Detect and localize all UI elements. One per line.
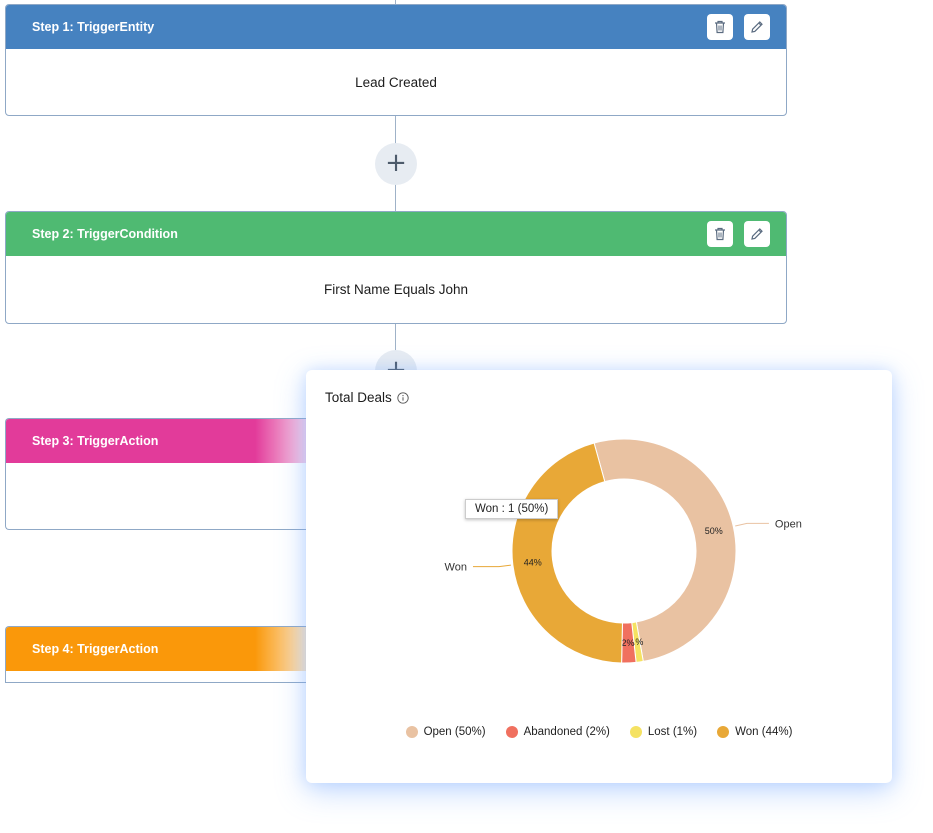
legend-item-won[interactable]: Won (44%) [717,726,792,738]
legend-swatch [717,726,730,738]
pencil-icon [751,21,763,33]
step-title: Step 2: TriggerCondition [32,227,178,241]
delete-step-button[interactable] [707,14,733,40]
donut-data-label: 44% [524,557,542,567]
legend-label: Lost (1%) [647,726,698,738]
trash-icon [715,20,725,34]
step-header-4: Step 4: TriggerAction [6,627,315,671]
workflow-canvas: Step 1: TriggerEntity Lead Created + Ste… [0,0,933,833]
step-card-2[interactable]: Step 2: TriggerCondition First Name Equa… [5,211,787,324]
step-summary: Lead Created [355,74,437,90]
total-deals-card: Total Deals 50% Open 1% 2% 44% Won Won : 1 (5… [306,370,892,783]
step-body-3 [6,463,315,529]
step-header-1: Step 1: TriggerEntity [6,5,786,49]
legend-swatch [505,726,518,738]
legend-item-open[interactable]: Open (50%) [405,726,486,738]
edit-step-button[interactable] [744,221,770,247]
legend-label: Abandoned (2%) [523,726,610,738]
step-header-3: Step 3: TriggerAction [6,419,315,463]
edit-step-button[interactable] [744,14,770,40]
chart-legend: Open (50%) Abandoned (2%) Lost (1%) Won … [306,726,892,738]
step-body-2: First Name Equals John [6,256,786,323]
step-card-3[interactable]: Step 3: TriggerAction [5,418,315,530]
step-body-1: Lead Created [6,49,786,115]
step-title: Step 4: TriggerAction [32,642,159,656]
leader-label: Open [775,518,802,530]
step-card-1[interactable]: Step 1: TriggerEntity Lead Created [5,4,787,116]
legend-swatch [405,726,418,738]
step-header-2: Step 2: TriggerCondition [6,212,786,256]
chart-tooltip: Won : 1 (50%) [465,499,559,519]
legend-swatch [629,726,642,738]
leader-line [472,564,511,568]
delete-step-button[interactable] [707,221,733,247]
leader-line [735,522,769,527]
plus-icon: + [385,148,407,178]
pencil-icon [751,228,763,240]
donut-chart: 50%Open1%2%44%Won [445,438,802,664]
legend-label: Won (44%) [735,726,793,738]
step-title: Step 1: TriggerEntity [32,20,155,34]
donut-data-label: 2% [621,638,634,648]
legend-item-abandoned[interactable]: Abandoned (2%) [505,726,610,738]
leader-label: Won [445,562,467,574]
trash-icon [715,227,725,241]
legend-label: Open (50%) [423,726,486,738]
step-card-4[interactable]: Step 4: TriggerAction [5,626,315,683]
legend-item-lost[interactable]: Lost (1%) [629,726,698,738]
step-summary: First Name Equals John [323,282,469,297]
add-step-button[interactable]: + [375,143,417,185]
donut-data-label: 50% [705,526,723,536]
step-title: Step 3: TriggerAction [32,434,159,448]
